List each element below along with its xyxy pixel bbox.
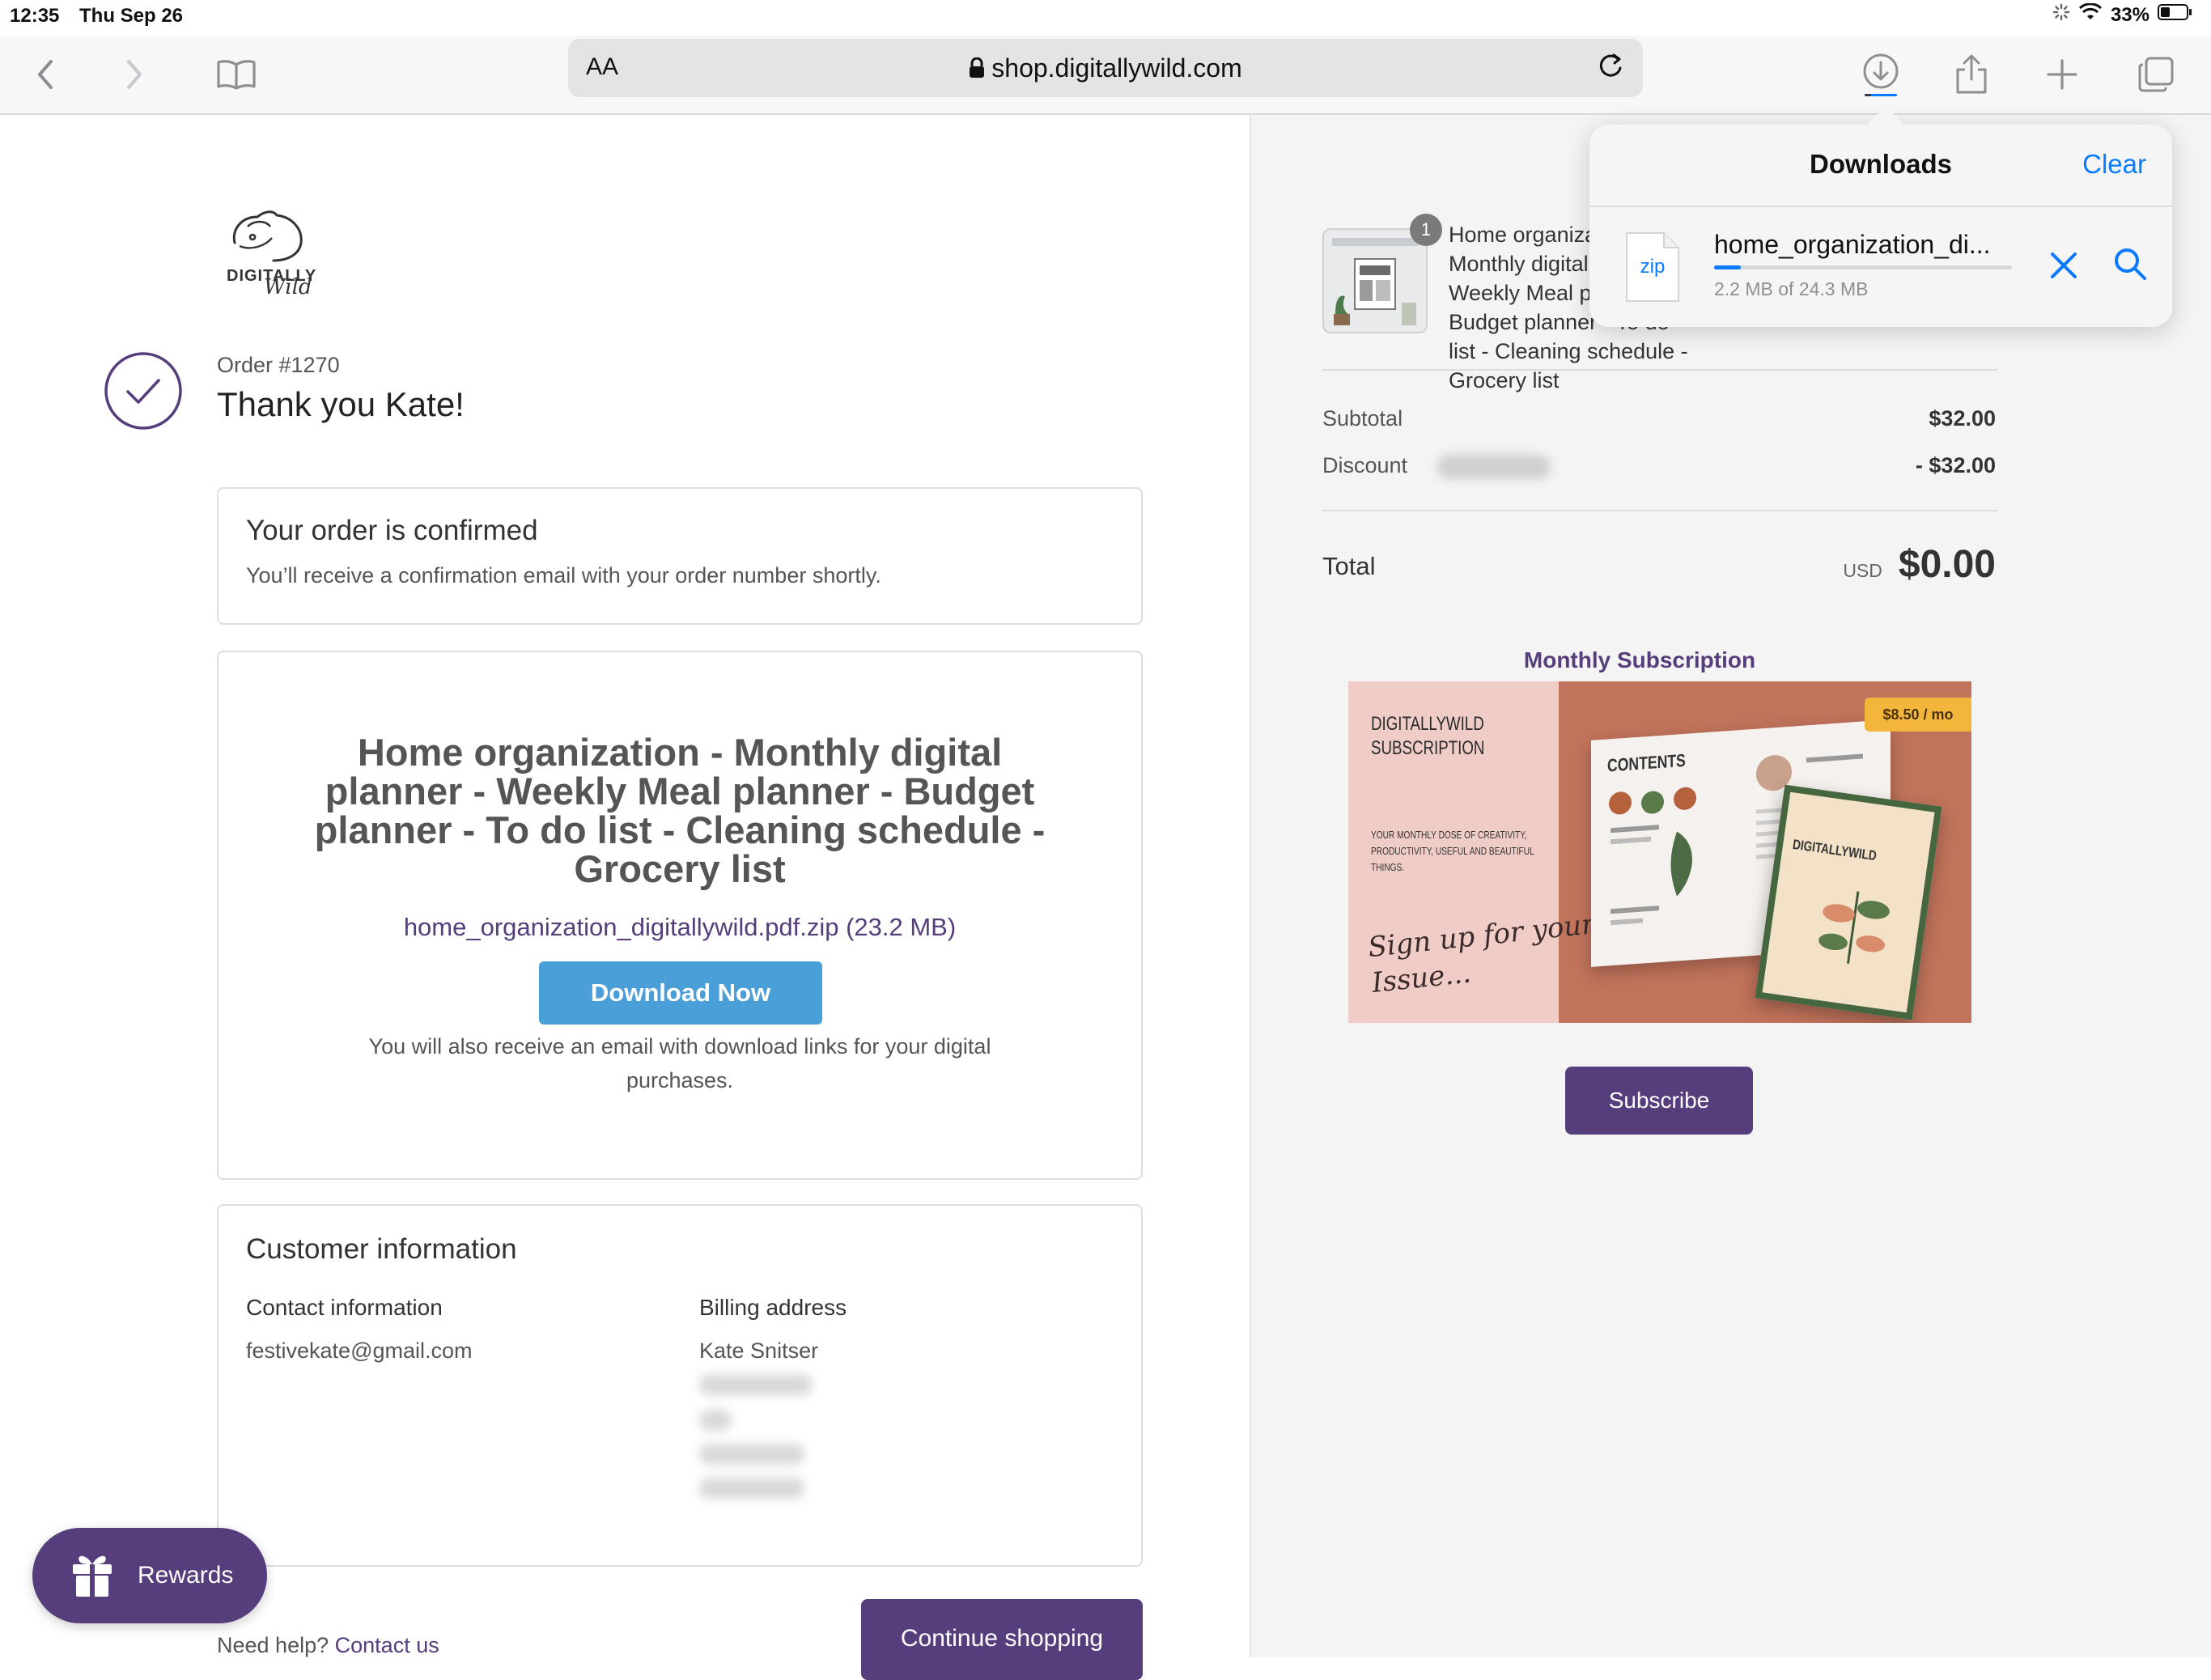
downloads-popover: Downloads Clear zip home_organization_di… — [1589, 125, 2172, 327]
magazine-cover-title: DIGITALLYWILD — [1791, 836, 1878, 864]
store-logo[interactable]: DIGITALLY Wild — [223, 206, 316, 303]
monthly-subscription-heading: Monthly Subscription — [1523, 647, 1756, 672]
magazine-contents-label: CONTENTS — [1607, 749, 1686, 776]
cover-plant-icon — [1818, 891, 1890, 964]
customer-information-card: Customer information Contact information… — [217, 1204, 1143, 1567]
billing-address-label: Billing address — [699, 1295, 847, 1320]
bookmarks-button[interactable] — [212, 50, 261, 99]
rewards-label: Rewards — [138, 1562, 234, 1589]
activity-icon — [2052, 3, 2070, 27]
download-file-name: home_organization_di... — [1714, 230, 1991, 259]
product-title: Home organization - Monthly digital plan… — [314, 731, 1046, 890]
banner-tagline: YOUR MONTHLY DOSE OF CREATIVITY, PRODUCT… — [1371, 829, 1534, 873]
order-confirmed-card: Your order is confirmed You’ll receive a… — [217, 487, 1143, 625]
rewards-launcher[interactable]: Rewards — [32, 1528, 267, 1623]
continue-shopping-button[interactable]: Continue shopping — [861, 1599, 1143, 1680]
contact-info-label: Contact information — [246, 1295, 443, 1320]
download-progress-fill — [1714, 265, 1742, 269]
confirmed-message: You’ll receive a confirmation email with… — [246, 563, 881, 588]
customer-info-title: Customer information — [246, 1233, 517, 1265]
downloads-clear-button[interactable]: Clear — [2082, 149, 2146, 180]
banner-title-line1: DIGITALLYWILD — [1371, 713, 1484, 735]
download-progress-text: 2.2 MB of 24.3 MB — [1714, 278, 1869, 299]
battery-percent: 33% — [2110, 3, 2149, 26]
discount-label: Discount — [1322, 453, 1408, 477]
subscription-banner[interactable]: DIGITALLYWILD SUBSCRIPTION YOUR MONTHLY … — [1348, 681, 1971, 1023]
forward-button[interactable] — [110, 50, 159, 99]
item-quantity-badge: 1 — [1410, 214, 1442, 246]
customer-email: festivekate@gmail.com — [246, 1338, 473, 1363]
download-file-link[interactable]: home_organization_digitallywild.pdf.zip … — [219, 913, 1141, 942]
status-right: 33% — [2052, 2, 2193, 27]
banner-title: DIGITALLYWILD SUBSCRIPTION — [1371, 712, 1484, 761]
contact-us-link[interactable]: Contact us — [335, 1633, 439, 1657]
status-date: Thu Sep 26 — [79, 5, 184, 27]
reveal-download-search-icon[interactable] — [2111, 244, 2149, 283]
discount-value: - $32.00 — [1915, 453, 1996, 477]
total-value: $0.00 — [1898, 543, 1996, 586]
status-time: 12:35 — [10, 5, 60, 27]
order-summary-pane: 1 Home organization - Monthly digital pl… — [1250, 115, 2211, 1657]
product-thumbnail — [1322, 228, 1428, 333]
downloads-button[interactable] — [1857, 50, 1905, 99]
banner-price-tag: $8.50 / mo — [1865, 698, 1971, 732]
download-email-note: You will also receive an email with down… — [368, 1034, 991, 1092]
subscribe-button[interactable]: Subscribe — [1565, 1067, 1753, 1135]
billing-region-blurred — [699, 1410, 732, 1431]
tabs-overview-button[interactable] — [2132, 50, 2180, 99]
lock-icon — [969, 55, 985, 85]
banner-title-line2: SUBSCRIPTION — [1371, 737, 1485, 759]
file-type-label: zip — [1640, 256, 1666, 278]
total-amount: USD $0.00 — [1843, 542, 1996, 587]
download-now-button[interactable]: Download Now — [539, 961, 822, 1025]
zip-file-icon: zip — [1625, 231, 1680, 303]
battery-icon — [2158, 3, 2193, 27]
order-check-icon — [104, 351, 183, 431]
order-status-pane: DIGITALLY Wild Order #1270 Thank you Kat… — [0, 115, 1250, 1680]
gift-icon — [70, 1550, 115, 1602]
address-bar[interactable]: AA shop.digitallywild.com — [568, 39, 1643, 97]
billing-country-blurred — [699, 1478, 804, 1499]
status-bar: 12:35 Thu Sep 26 33% — [0, 0, 2211, 36]
summary-divider-2 — [1322, 510, 1997, 511]
order-number: Order #1270 — [217, 353, 340, 377]
magazine-illustration-icon — [1609, 787, 1696, 926]
new-tab-button[interactable] — [2038, 50, 2086, 99]
billing-city-blurred — [699, 1444, 804, 1465]
subtotal-value: $32.00 — [1929, 406, 1996, 431]
downloads-divider — [1589, 206, 2172, 207]
billing-address-blurred — [699, 1374, 813, 1395]
logo-animal-icon — [232, 210, 303, 262]
summary-divider-1 — [1322, 369, 1997, 371]
cancel-download-icon[interactable] — [2044, 246, 2083, 285]
billing-name: Kate Snitser — [699, 1338, 819, 1363]
confirmed-title: Your order is confirmed — [246, 515, 538, 546]
download-progress-bar — [1714, 265, 2012, 269]
subtotal-label: Subtotal — [1322, 406, 1403, 431]
need-help-text: Need help? — [217, 1633, 329, 1657]
discount-code-blurred — [1437, 455, 1551, 479]
total-currency: USD — [1843, 560, 1882, 581]
logo-script: Wild — [264, 275, 312, 299]
digital-download-card: Home organization - Monthly digital plan… — [217, 651, 1143, 1180]
url-text: shop.digitallywild.com — [991, 53, 1242, 83]
url-display[interactable]: shop.digitallywild.com — [568, 53, 1643, 85]
total-label: Total — [1322, 552, 1376, 580]
need-help-line: Need help? Contact us — [217, 1633, 439, 1658]
reload-icon[interactable] — [1594, 50, 1627, 89]
magazine-cover: DIGITALLYWILD — [1755, 784, 1942, 1020]
back-button[interactable] — [21, 50, 70, 99]
browser-toolbar: AA shop.digitallywild.com — [0, 36, 2211, 115]
share-button[interactable] — [1947, 50, 1996, 99]
thank-you-heading: Thank you Kate! — [217, 385, 465, 423]
wifi-icon — [2078, 2, 2103, 27]
